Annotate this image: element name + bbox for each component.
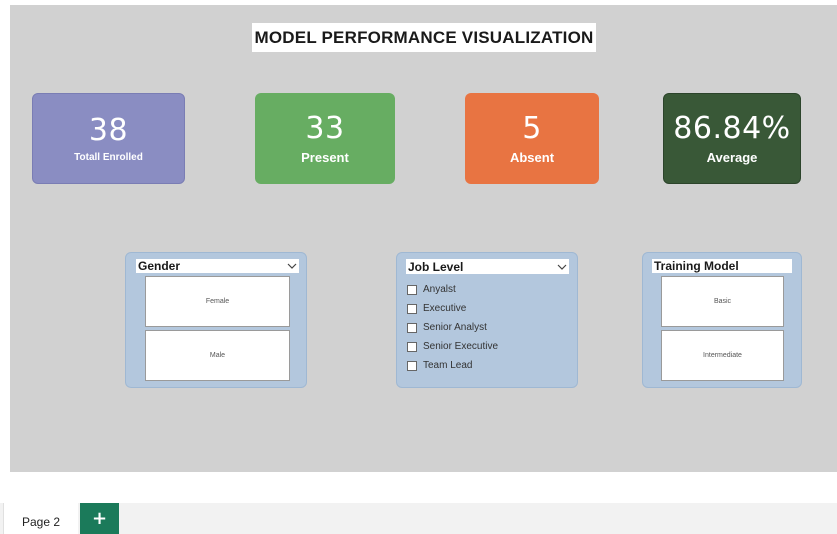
page-tab-bar: Page 2 +: [0, 503, 837, 534]
card-value: 5: [522, 111, 542, 146]
card-label: Totall Enrolled: [74, 152, 143, 163]
checkbox-icon[interactable]: [407, 322, 417, 333]
card-absent[interactable]: 5 Absent: [465, 93, 599, 184]
tab-page-label: Page 2: [21, 514, 61, 529]
plus-icon: +: [91, 508, 108, 529]
card-value: 86.84%: [673, 111, 791, 146]
job-level-item-team-lead[interactable]: Team Lead: [407, 356, 498, 375]
training-model-slicer-title: Training Model: [654, 259, 739, 273]
training-model-slicer: Training Model Basic Intermediate: [642, 252, 802, 388]
card-average[interactable]: 86.84% Average: [663, 93, 801, 184]
job-level-item-executive[interactable]: Executive: [407, 299, 498, 318]
job-level-item-label: Senior Analyst: [423, 322, 487, 333]
training-model-slicer-header[interactable]: Training Model: [652, 259, 792, 273]
card-label: Present: [301, 150, 349, 165]
card-total-enrolled[interactable]: 38 Totall Enrolled: [32, 93, 185, 184]
card-present[interactable]: 33 Present: [255, 93, 395, 184]
job-level-item-label: Senior Executive: [423, 341, 499, 352]
card-label: Average: [706, 150, 758, 165]
job-level-item-label: Anyalst: [423, 284, 456, 295]
report-canvas: MODEL PERFORMANCE VISUALIZATION: [10, 5, 837, 472]
checkbox-icon[interactable]: [407, 284, 417, 295]
training-option-basic[interactable]: Basic: [661, 276, 784, 327]
report-title-box: MODEL PERFORMANCE VISUALIZATION: [252, 23, 596, 52]
gender-slicer-title: Gender: [138, 259, 181, 273]
job-level-item-label: Team Lead: [423, 360, 473, 371]
chevron-down-icon[interactable]: [287, 261, 297, 271]
job-level-slicer-header[interactable]: Job Level: [406, 259, 569, 274]
job-level-item-senior-analyst[interactable]: Senior Analyst: [407, 318, 498, 337]
checkbox-icon[interactable]: [407, 360, 417, 371]
gender-slicer: Gender Female Male: [125, 252, 307, 388]
checkbox-icon[interactable]: [407, 303, 417, 314]
job-level-item-label: Executive: [423, 303, 467, 314]
gender-option-female[interactable]: Female: [145, 276, 290, 327]
job-level-slicer-title: Job Level: [408, 259, 464, 274]
training-option-intermediate[interactable]: Intermediate: [661, 330, 784, 381]
gender-slicer-header[interactable]: Gender: [136, 259, 299, 273]
tab-page-2[interactable]: Page 2: [3, 503, 78, 534]
card-value: 38: [88, 113, 129, 148]
card-value: 33: [305, 111, 345, 146]
chevron-down-icon[interactable]: [557, 262, 567, 272]
gender-option-male[interactable]: Male: [145, 330, 290, 381]
job-level-slicer: Job Level Anyalst Executive Senior Analy…: [396, 252, 578, 388]
job-level-item-senior-executive[interactable]: Senior Executive: [407, 337, 498, 356]
job-level-list: Anyalst Executive Senior Analyst Senior …: [407, 280, 498, 375]
report-title: MODEL PERFORMANCE VISUALIZATION: [254, 27, 594, 47]
job-level-item-anyalst[interactable]: Anyalst: [407, 280, 498, 299]
card-label: Absent: [509, 150, 555, 165]
add-page-button[interactable]: +: [80, 503, 119, 534]
checkbox-icon[interactable]: [407, 341, 417, 352]
